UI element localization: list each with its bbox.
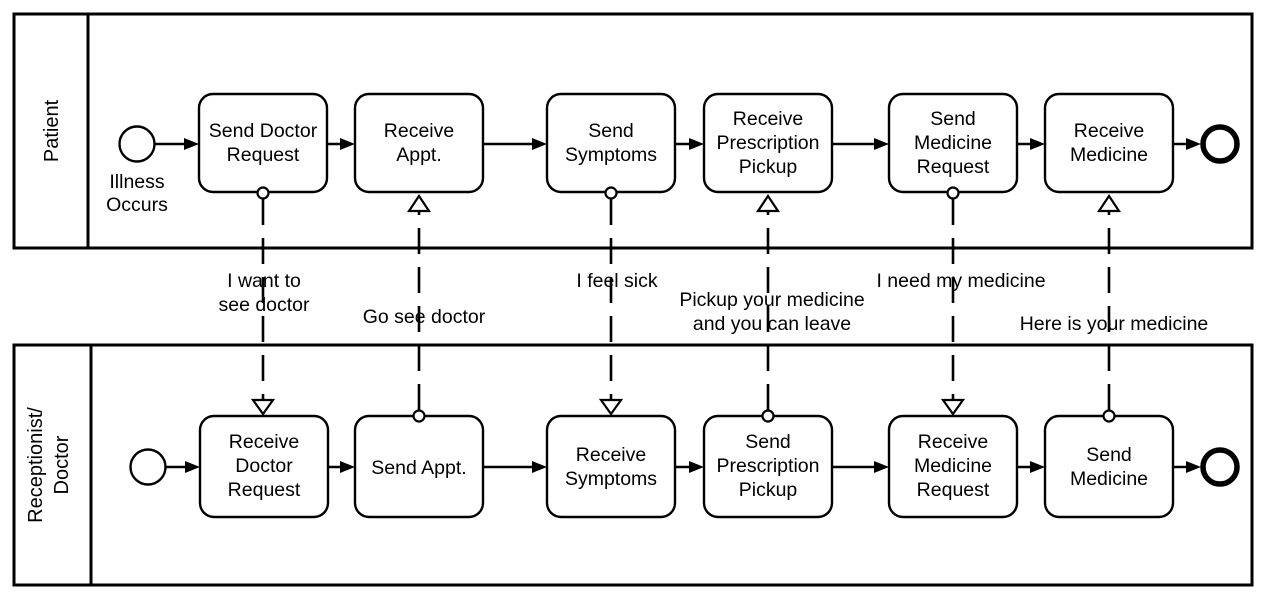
task-p5-label-line2: Medicine: [914, 132, 992, 154]
task-p4[interactable]: Receive Prescription Pickup: [702, 92, 834, 194]
task-r3[interactable]: Receive Symptoms: [545, 414, 677, 519]
task-p3-box: [545, 92, 677, 194]
task-r4-label-line3: Pickup: [739, 479, 798, 501]
m1-label-line2: see doctor: [218, 294, 310, 316]
task-r1[interactable]: Receive Doctor Request: [198, 414, 330, 519]
task-r1-label-line2: Doctor: [235, 455, 293, 477]
task-p1-label-line2: Request: [227, 144, 300, 166]
task-p6-label-line1: Receive: [1074, 120, 1144, 142]
task-r6-box: [1043, 414, 1175, 519]
task-r2-label-line1: Send Appt.: [371, 457, 466, 479]
m6-source-circle-icon: [1102, 409, 1116, 423]
task-p4-label-line1: Receive: [733, 108, 803, 130]
start-event-circle: [118, 125, 156, 163]
m5-label-line1: I need my medicine: [876, 270, 1045, 292]
task-r6-label-line1: Send: [1086, 444, 1132, 466]
task-p5[interactable]: Send Medicine Request: [887, 92, 1019, 194]
start-event-label-line2: Occurs: [106, 194, 168, 216]
m5-source-circle-icon: [946, 186, 960, 200]
task-r4[interactable]: Send Prescription Pickup: [702, 414, 834, 519]
task-r6[interactable]: Send Medicine: [1043, 414, 1175, 519]
task-r3-box: [545, 414, 677, 519]
task-r5-label-line3: Request: [917, 479, 990, 501]
task-p1[interactable]: Send Doctor Request: [197, 92, 329, 194]
pool-receptionist: Receptionist/ Doctor Receive Doctor Requ…: [12, 343, 1254, 587]
m4-label-line2: and you can leave: [693, 313, 851, 335]
task-p1-box: [197, 92, 329, 194]
task-r4-label-line2: Prescription: [717, 455, 820, 477]
start-event-receptionist[interactable]: [129, 448, 167, 486]
bpmn-diagram-canvas: Patient Illness Occurs Send Doctor Reque…: [0, 0, 1268, 601]
task-p3-label-line1: Send: [588, 120, 634, 142]
task-p3-label-line2: Symptoms: [565, 144, 657, 166]
pool-patient-label: Patient: [41, 99, 63, 162]
pool-patient: Patient Illness Occurs Send Doctor Reque…: [12, 12, 1254, 250]
m3-source-circle-icon: [604, 186, 618, 200]
m4-source-circle-icon: [761, 409, 775, 423]
end-event-receptionist[interactable]: [1200, 447, 1240, 487]
task-p6[interactable]: Receive Medicine: [1043, 92, 1175, 194]
task-p2-label-line2: Appt.: [396, 144, 442, 166]
task-r5-label-line2: Medicine: [914, 455, 992, 477]
task-p4-label-line3: Pickup: [739, 156, 798, 178]
task-r1-label-line3: Request: [228, 479, 301, 501]
task-p2[interactable]: Receive Appt.: [353, 92, 485, 194]
start-event-circle: [129, 448, 167, 486]
task-r1-label-line1: Receive: [229, 431, 299, 453]
task-p5-label-line1: Send: [930, 108, 976, 130]
m1-label-line1: I want to: [227, 270, 301, 292]
task-p5-label-line3: Request: [917, 156, 990, 178]
m2-label-line1: Go see doctor: [363, 306, 486, 328]
m1-source-circle-icon: [256, 186, 270, 200]
task-r5-label-line1: Receive: [918, 431, 988, 453]
m6-label-line1: Here is your medicine: [1020, 313, 1209, 335]
task-r4-label-line1: Send: [745, 431, 791, 453]
pool-receptionist-label-line1: Receptionist/: [25, 407, 47, 523]
task-r3-label-line2: Symptoms: [565, 468, 657, 490]
pool-receptionist-label-line2: Doctor: [51, 435, 73, 494]
task-p1-label-line1: Send Doctor: [209, 120, 318, 142]
task-p6-box: [1043, 92, 1175, 194]
task-r6-label-line2: Medicine: [1070, 468, 1148, 490]
end-event-patient[interactable]: [1200, 124, 1240, 164]
task-p4-label-line2: Prescription: [717, 132, 820, 154]
task-p2-box: [353, 92, 485, 194]
m4-label-line1: Pickup your medicine: [679, 289, 864, 311]
task-p6-label-line2: Medicine: [1070, 144, 1148, 166]
bpmn-svg-root: Patient Illness Occurs Send Doctor Reque…: [12, 12, 1254, 587]
start-event-label-line1: Illness: [109, 171, 165, 193]
end-event-circle: [1200, 447, 1240, 487]
task-p2-label-line1: Receive: [384, 120, 454, 142]
task-r3-label-line1: Receive: [576, 444, 646, 466]
end-event-circle: [1200, 124, 1240, 164]
task-r5[interactable]: Receive Medicine Request: [887, 414, 1019, 519]
task-r2[interactable]: Send Appt.: [353, 414, 485, 519]
task-p3[interactable]: Send Symptoms: [545, 92, 677, 194]
m2-source-circle-icon: [412, 409, 426, 423]
m3-label-line1: I feel sick: [576, 270, 658, 292]
